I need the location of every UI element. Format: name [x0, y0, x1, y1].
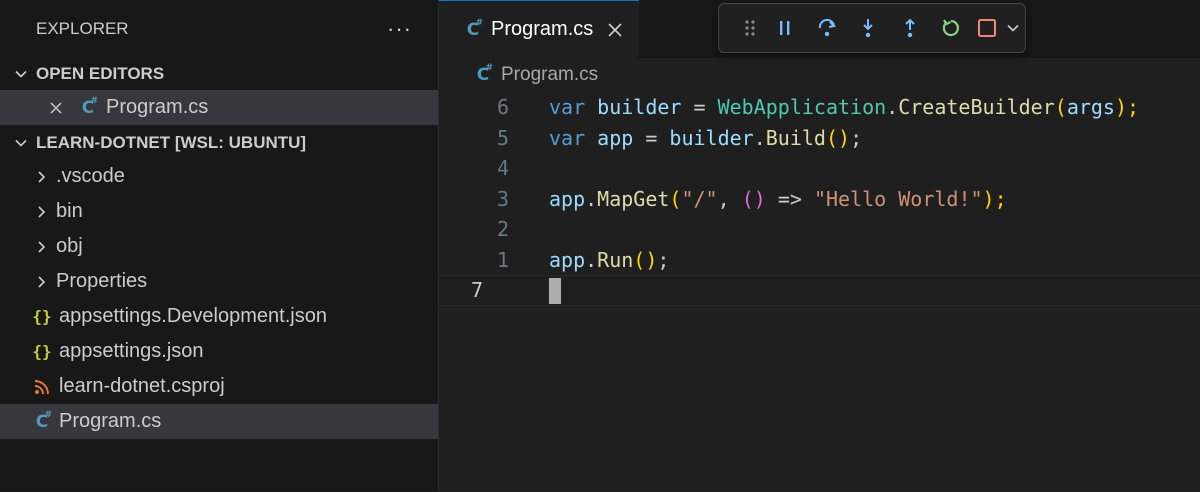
tree-item-label: appsettings.json	[59, 340, 204, 362]
text-cursor	[549, 277, 561, 304]
open-editors-title: OPEN EDITORS	[36, 64, 165, 83]
line-number: 7	[470, 278, 483, 303]
stop-button[interactable]	[972, 10, 1002, 46]
csharp-icon: C #	[476, 63, 493, 85]
csharp-icon: C #	[35, 409, 52, 432]
explorer-title: EXPLORER	[36, 19, 129, 38]
line-number: 4	[496, 156, 509, 181]
tree-item-label: .vscode	[56, 165, 125, 187]
chevron-down-icon	[10, 66, 32, 82]
open-editor-item[interactable]: C # Program.cs	[0, 90, 438, 125]
chevron-right-icon	[30, 274, 52, 290]
chevron-down-icon	[10, 135, 32, 151]
code-line: 4	[439, 153, 1200, 184]
current-line: 7	[439, 275, 1200, 306]
tree-item-obj[interactable]: obj	[0, 229, 438, 264]
code-line: 3 app.MapGet("/", () => "Hello World!");	[439, 184, 1200, 215]
code-line: 1 app.Run();	[439, 245, 1200, 276]
code-text: var app = builder.Build();	[549, 125, 863, 150]
restart-button[interactable]	[930, 10, 971, 46]
close-icon[interactable]	[607, 22, 623, 38]
explorer-header: EXPLORER ···	[0, 0, 438, 58]
code-text	[549, 277, 561, 304]
chevron-right-icon	[30, 239, 52, 255]
editor-area: C # Program.cs C # Program.cs 6 var buil…	[439, 0, 1200, 492]
more-actions-button[interactable]: ···	[387, 16, 412, 42]
tree-item-bin[interactable]: bin	[0, 194, 438, 229]
line-number: 1	[496, 247, 509, 272]
tree-item-label: Properties	[56, 270, 148, 292]
tab-label: Program.cs	[491, 18, 594, 40]
workspace-title: LEARN-DOTNET [WSL: UBUNTU]	[36, 133, 307, 152]
csharp-icon: C #	[81, 95, 98, 118]
chevron-right-icon	[30, 204, 52, 220]
step-out-button[interactable]	[889, 10, 930, 46]
explorer-sidebar: EXPLORER ··· OPEN EDITORS C # Program.cs …	[0, 0, 439, 492]
pause-button[interactable]	[765, 10, 806, 46]
step-into-button[interactable]	[847, 10, 888, 46]
csharp-icon: C #	[466, 17, 483, 40]
code-editor[interactable]: 6 var builder = WebApplication.CreateBui…	[439, 92, 1200, 306]
json-icon: {}	[32, 307, 52, 326]
code-text: app.Run();	[549, 247, 670, 272]
rss-icon	[30, 379, 54, 395]
tree-item-vscode[interactable]: .vscode	[0, 159, 438, 194]
tree-item-label: appsettings.Development.json	[59, 305, 327, 327]
tree-item-appsettings[interactable]: {} appsettings.json	[0, 334, 438, 369]
line-number: 6	[496, 95, 509, 120]
code-line: 5 var app = builder.Build();	[439, 123, 1200, 154]
tree-item-label: obj	[56, 235, 83, 257]
close-icon[interactable]	[46, 101, 66, 115]
line-number: 5	[496, 125, 509, 150]
step-over-button[interactable]	[806, 10, 847, 46]
tree-item-csproj[interactable]: learn-dotnet.csproj	[0, 369, 438, 404]
tree-item-label: Program.cs	[59, 410, 162, 432]
tree-item-label: bin	[56, 200, 83, 222]
tree-item-properties[interactable]: Properties	[0, 264, 438, 299]
code-line: 6 var builder = WebApplication.CreateBui…	[439, 92, 1200, 123]
tree-item-label: learn-dotnet.csproj	[59, 375, 225, 397]
json-icon: {}	[32, 342, 52, 361]
code-text: var builder = WebApplication.CreateBuild…	[549, 95, 1140, 120]
line-number: 2	[496, 217, 509, 242]
open-editors-header[interactable]: OPEN EDITORS	[0, 58, 438, 90]
line-number: 3	[496, 186, 509, 211]
breadcrumb-file: Program.cs	[501, 64, 599, 85]
open-editor-label: Program.cs	[106, 96, 209, 118]
tree-item-program-cs[interactable]: C # Program.cs	[0, 404, 438, 439]
tab-program-cs[interactable]: C # Program.cs	[439, 0, 639, 58]
drag-handle-icon[interactable]	[735, 10, 765, 46]
tab-bar: C # Program.cs	[439, 0, 1200, 58]
breadcrumb[interactable]: C # Program.cs	[439, 58, 1200, 92]
tree-item-appsettings-development[interactable]: {} appsettings.Development.json	[0, 299, 438, 334]
code-text: app.MapGet("/", () => "Hello World!");	[549, 186, 1007, 211]
chevron-right-icon	[30, 169, 52, 185]
workspace-header[interactable]: LEARN-DOTNET [WSL: UBUNTU]	[0, 127, 438, 159]
debug-toolbar	[718, 3, 1026, 53]
code-line: 2	[439, 214, 1200, 245]
chevron-down-icon[interactable]	[1001, 10, 1025, 46]
